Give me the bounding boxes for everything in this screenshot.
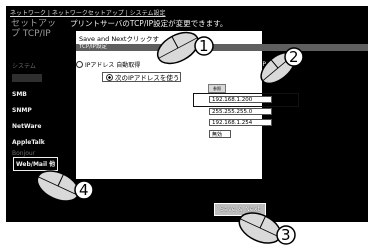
sidebar-item-smb[interactable]: SMB bbox=[12, 91, 27, 98]
manual-ip-option[interactable]: 次のIPアドレスを使う bbox=[102, 72, 181, 82]
sidebar: セットアップ TCP/IP システム SMB SNMP NetWare Appl… bbox=[6, 6, 62, 222]
save-and-next-button[interactable]: Save & Next bbox=[214, 203, 266, 216]
main-content: プリントサーバのTCP/IP設定が変更できます。 Save and Nextクリ… bbox=[62, 6, 368, 222]
sidebar-item-snmp[interactable]: SNMP bbox=[12, 107, 32, 114]
gateway-label: ゲートウェイ： bbox=[161, 121, 208, 129]
lookup-button[interactable]: 参照 bbox=[208, 84, 226, 93]
sidebar-item-bonjour[interactable]: Bonjour bbox=[12, 150, 35, 157]
subnet-mask-field[interactable]: 255.255.255.0 bbox=[209, 108, 272, 115]
screenshot: セットアップ TCP/IP システム SMB SNMP NetWare Appl… bbox=[0, 0, 389, 251]
sidebar-item-system[interactable]: システム bbox=[12, 61, 36, 70]
auto-ip-radio[interactable] bbox=[76, 61, 83, 68]
subnet-mask-label: サブネットマスク： bbox=[148, 110, 208, 118]
ip-highlight-frame bbox=[193, 93, 299, 107]
sidebar-item-blank[interactable] bbox=[12, 74, 42, 82]
sidebar-item-web-mail[interactable]: Web/Mail 他 bbox=[13, 157, 58, 171]
instruction-text: Save and Nextクリックす bbox=[79, 35, 159, 43]
callout-3: 3 bbox=[281, 226, 291, 244]
page-description: プリントサーバのTCP/IP設定が変更できます。 bbox=[70, 19, 228, 28]
manual-ip-radio[interactable] bbox=[106, 74, 113, 81]
sidebar-item-netware[interactable]: NetWare bbox=[12, 123, 41, 130]
section-title-bar: TCP/IP設定 bbox=[76, 44, 368, 51]
dhcp-server-select[interactable]: 無効 bbox=[209, 130, 231, 138]
auto-ip-option[interactable]: IPアドレス 自動取得 bbox=[76, 60, 140, 69]
config-window: セットアップ TCP/IP システム SMB SNMP NetWare Appl… bbox=[6, 6, 368, 222]
sidebar-title: セットアップ TCP/IP bbox=[11, 19, 57, 39]
auto-ip-suffix: DHCP/BOOTP bbox=[249, 61, 289, 68]
dhcp-server-label: DHCPサーバ機能： bbox=[149, 132, 207, 140]
sidebar-item-appletalk[interactable]: AppleTalk bbox=[12, 139, 45, 146]
gateway-field[interactable]: 192.168.1.254 bbox=[209, 119, 272, 126]
